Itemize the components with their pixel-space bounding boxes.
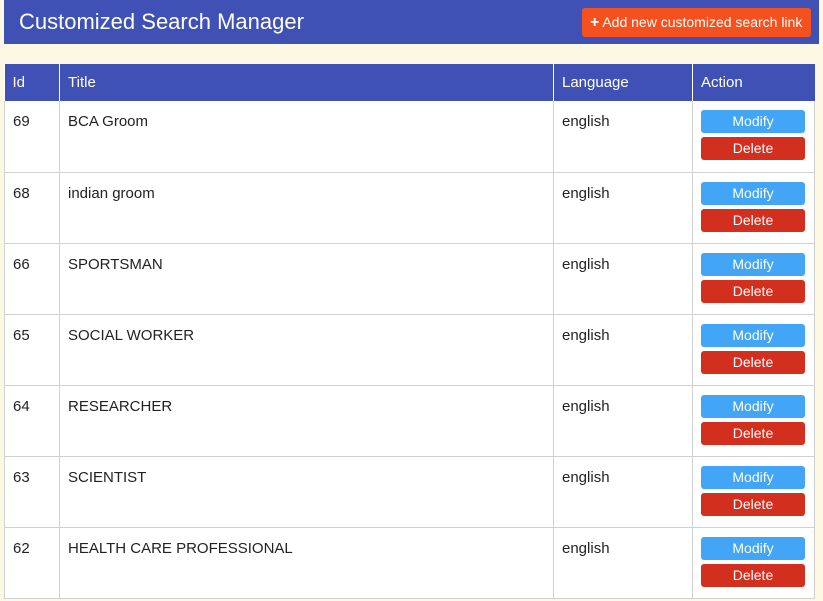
delete-button[interactable]: Delete xyxy=(701,279,805,303)
column-header-id: Id xyxy=(4,64,60,101)
cell-id: 62 xyxy=(4,527,60,599)
table-row: 66 SPORTSMAN english Modify Delete xyxy=(4,243,815,315)
cell-language: english xyxy=(553,527,693,599)
cell-language: english xyxy=(553,172,693,244)
table-row: 64 RESEARCHER english Modify Delete xyxy=(4,385,815,457)
search-links-table-container: Id Title Language Action 69 BCA Groom engl… xyxy=(4,64,815,599)
delete-button[interactable]: Delete xyxy=(701,492,805,516)
cell-action: Modify Delete xyxy=(692,456,815,528)
cell-language: english xyxy=(553,243,693,315)
add-customized-search-link-button[interactable]: + Add new customized search link xyxy=(582,8,811,37)
cell-title: SOCIAL WORKER xyxy=(59,314,554,386)
cell-action: Modify Delete xyxy=(692,243,815,315)
cell-action: Modify Delete xyxy=(692,101,815,173)
cell-id: 63 xyxy=(4,456,60,528)
table-row: 69 BCA Groom english Modify Delete xyxy=(4,101,815,173)
delete-button[interactable]: Delete xyxy=(701,350,805,374)
modify-button[interactable]: Modify xyxy=(701,465,805,489)
delete-button[interactable]: Delete xyxy=(701,421,805,445)
cell-action: Modify Delete xyxy=(692,385,815,457)
table-row: 65 SOCIAL WORKER english Modify Delete xyxy=(4,314,815,386)
page-title: Customized Search Manager xyxy=(19,9,304,34)
modify-button[interactable]: Modify xyxy=(701,536,805,560)
page-header: Customized Search Manager + Add new custo… xyxy=(4,0,819,44)
modify-button[interactable]: Modify xyxy=(701,252,805,276)
cell-id: 64 xyxy=(4,385,60,457)
cell-language: english xyxy=(553,314,693,386)
table-header-row: Id Title Language Action xyxy=(4,64,815,101)
cell-action: Modify Delete xyxy=(692,527,815,599)
table-body: 69 BCA Groom english Modify Delete 68 indian g… xyxy=(4,101,815,599)
column-header-action: Action xyxy=(692,64,815,101)
delete-button[interactable]: Delete xyxy=(701,137,805,160)
cell-title: SCIENTIST xyxy=(59,456,554,528)
table-row: 68 indian groom english Modify Delete xyxy=(4,172,815,244)
delete-button[interactable]: Delete xyxy=(701,208,805,232)
modify-button[interactable]: Modify xyxy=(701,110,805,133)
plus-icon: + xyxy=(590,14,600,31)
modify-button[interactable]: Modify xyxy=(701,394,805,418)
cell-id: 69 xyxy=(4,101,60,173)
delete-button[interactable]: Delete xyxy=(701,563,805,587)
cell-id: 66 xyxy=(4,243,60,315)
cell-language: english xyxy=(553,456,693,528)
cell-id: 68 xyxy=(4,172,60,244)
cell-title: HEALTH CARE PROFESSIONAL xyxy=(59,527,554,599)
cell-title: indian groom xyxy=(59,172,554,244)
column-header-title: Title xyxy=(59,64,554,101)
table-row: 63 SCIENTIST english Modify Delete xyxy=(4,456,815,528)
search-links-table: Id Title Language Action 69 BCA Groom engl… xyxy=(4,64,815,599)
cell-language: english xyxy=(553,385,693,457)
column-header-language: Language xyxy=(553,64,693,101)
add-button-label: Add new customized search link xyxy=(602,14,803,30)
modify-button[interactable]: Modify xyxy=(701,181,805,205)
cell-title: RESEARCHER xyxy=(59,385,554,457)
cell-title: SPORTSMAN xyxy=(59,243,554,315)
cell-action: Modify Delete xyxy=(692,172,815,244)
modify-button[interactable]: Modify xyxy=(701,323,805,347)
cell-language: english xyxy=(553,101,693,173)
table-row: 62 HEALTH CARE PROFESSIONAL english Modify D… xyxy=(4,527,815,599)
cell-title: BCA Groom xyxy=(59,101,554,173)
cell-action: Modify Delete xyxy=(692,314,815,386)
cell-id: 65 xyxy=(4,314,60,386)
